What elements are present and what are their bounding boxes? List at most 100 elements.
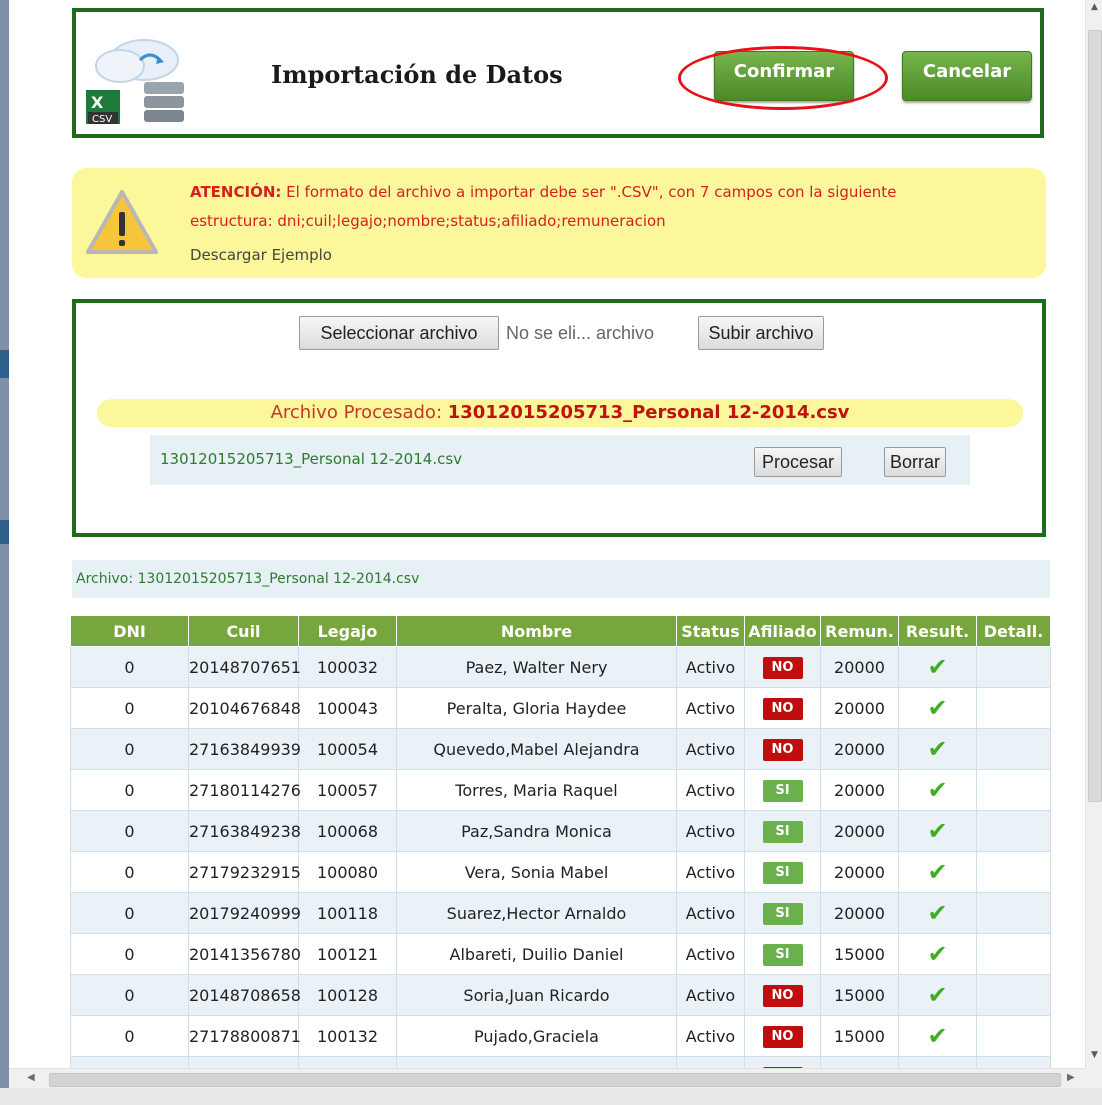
horizontal-scroll-thumb[interactable] — [49, 1073, 1061, 1087]
scroll-up-icon[interactable]: ▲ — [1086, 2, 1102, 12]
table-row[interactable]: 0 20104676848 100043 Peralta, Gloria Haydee… — [70, 687, 1051, 729]
cell-cuil: 27180114276 — [188, 769, 301, 811]
cell-nombre: Pereyra, Norma Alicia — [396, 1056, 677, 1068]
check-icon: ✔ — [927, 735, 948, 763]
cell-remun: 20000 — [820, 687, 899, 729]
table-header-row: DNI Cuil Legajo Nombre Status Afiliado R… — [70, 615, 1051, 647]
table-row[interactable]: 0 20179240999 100118 Suarez,Hector Arnaldo A… — [70, 892, 1051, 934]
table-row[interactable]: 0 27179232915 100080 Vera, Sonia Mabel Activ… — [70, 851, 1051, 893]
cell-legajo: 100128 — [298, 974, 397, 1016]
table-row[interactable]: 0 27180114276 100057 Torres, Maria Raquel Ac… — [70, 769, 1051, 811]
cell-cuil: 27173435803 — [188, 1056, 301, 1068]
cell-afiliado: SI — [744, 892, 821, 934]
cell-remun: 20000 — [820, 769, 899, 811]
table-row[interactable]: 0 20141356780 100121 Albareti, Duilio Danie… — [70, 933, 1051, 975]
header-result[interactable]: Result. — [898, 615, 977, 647]
cell-legajo: 100132 — [298, 1015, 397, 1057]
cell-dni: 0 — [70, 1015, 189, 1057]
cell-remun: 15000 — [820, 933, 899, 975]
check-icon: ✔ — [927, 694, 948, 722]
cell-remun: 15000 — [820, 974, 899, 1016]
upload-file-button[interactable]: Subir archivo — [698, 316, 824, 350]
table-body: 0 20148707651 100032 Paez, Walter Nery Activ… — [70, 646, 1051, 1068]
select-file-button[interactable]: Seleccionar archivo — [299, 316, 499, 350]
scroll-down-icon[interactable]: ▼ — [1086, 1050, 1102, 1060]
cell-remun: 20000 — [820, 892, 899, 934]
header-remun[interactable]: Remun. — [820, 615, 899, 647]
cell-dni: 0 — [70, 728, 189, 770]
cell-detail[interactable] — [976, 933, 1051, 975]
cell-nombre: Soria,Juan Ricardo — [396, 974, 677, 1016]
vertical-scrollbar[interactable]: ▲ ▼ — [1085, 0, 1102, 1068]
processed-file-banner: Archivo Procesado: 13012015205713_Person… — [97, 399, 1023, 427]
processed-prefix: Archivo Procesado: — [270, 402, 443, 423]
cell-afiliado: SI — [744, 933, 821, 975]
header-status[interactable]: Status — [676, 615, 745, 647]
cell-result: ✔ — [898, 810, 977, 852]
cell-dni: 0 — [70, 646, 189, 688]
cell-remun: 20000 — [820, 646, 899, 688]
cell-result: ✔ — [898, 769, 977, 811]
header-panel: X CSV Importación de Datos Confirmar Can… — [72, 8, 1044, 138]
cell-detail[interactable] — [976, 974, 1051, 1016]
download-example-link[interactable]: Descargar Ejemplo — [190, 246, 332, 264]
cell-result: ✔ — [898, 851, 977, 893]
cell-detail[interactable] — [976, 646, 1051, 688]
table-row[interactable]: 0 27163849939 100054 Quevedo,Mabel Alejandr… — [70, 728, 1051, 770]
afiliado-badge: NO — [762, 984, 803, 1007]
cell-remun: 20000 — [820, 851, 899, 893]
afiliado-badge: NO — [762, 738, 803, 761]
cell-cuil: 20104676848 — [188, 687, 301, 729]
scroll-right-icon[interactable]: ▶ — [1067, 1072, 1075, 1083]
cell-afiliado: SI — [744, 769, 821, 811]
cell-legajo: 100068 — [298, 810, 397, 852]
table-row[interactable]: 0 20148707651 100032 Paez, Walter Nery Activ… — [70, 646, 1051, 688]
afiliado-badge: SI — [762, 779, 803, 802]
cell-detail[interactable] — [976, 810, 1051, 852]
header-nombre[interactable]: Nombre — [396, 615, 677, 647]
cell-detail[interactable] — [976, 1056, 1051, 1068]
cell-legajo: 100118 — [298, 892, 397, 934]
scroll-left-icon[interactable]: ◀ — [27, 1072, 35, 1083]
warning-line1: El formato del archivo a importar debe s… — [281, 183, 897, 201]
warning-box: ATENCIÓN: El formato del archivo a impor… — [72, 168, 1046, 278]
process-button[interactable]: Procesar — [754, 447, 842, 477]
cell-detail[interactable] — [976, 851, 1051, 893]
cell-detail[interactable] — [976, 728, 1051, 770]
cell-cuil: 27178800871 — [188, 1015, 301, 1057]
cell-afiliado: NO — [744, 687, 821, 729]
delete-button[interactable]: Borrar — [884, 447, 946, 477]
header-dni[interactable]: DNI — [70, 615, 189, 647]
header-afiliado[interactable]: Afiliado — [744, 615, 821, 647]
vertical-scroll-thumb[interactable] — [1088, 30, 1102, 802]
upload-panel: Seleccionar archivo No se eli... archivo… — [72, 299, 1046, 537]
afiliado-badge: SI — [762, 943, 803, 966]
cell-status: Activo — [676, 933, 745, 975]
table-row[interactable]: 0 20148708658 100128 Soria,Juan Ricardo Acti… — [70, 974, 1051, 1016]
uploaded-file-name: 13012015205713_Personal 12-2014.csv — [160, 450, 463, 468]
header-legajo[interactable]: Legajo — [298, 615, 397, 647]
cancel-button[interactable]: Cancelar — [902, 51, 1032, 101]
cell-detail[interactable] — [976, 1015, 1051, 1057]
warning-icon — [86, 190, 158, 254]
warning-line2: estructura: dni;cuil;legajo;nombre;statu… — [190, 212, 666, 230]
check-icon: ✔ — [927, 653, 948, 681]
cell-detail[interactable] — [976, 769, 1051, 811]
horizontal-scrollbar[interactable]: ◀ ▶ — [9, 1068, 1085, 1089]
table-row[interactable]: 027173435803100133Pereyra, Norma AliciaA… — [70, 1056, 1051, 1068]
table-row[interactable]: 0 27163849238 100068 Paz,Sandra Monica Activ… — [70, 810, 1051, 852]
header-cuil[interactable]: Cuil — [188, 615, 299, 647]
cell-status: Activo — [676, 769, 745, 811]
cell-detail[interactable] — [976, 892, 1051, 934]
cell-afiliado: SI — [744, 810, 821, 852]
table-row[interactable]: 0 27178800871 100132 Pujado,Graciela Activo N… — [70, 1015, 1051, 1057]
afiliado-badge: SI — [762, 861, 803, 884]
header-detail[interactable]: Detall. — [976, 615, 1051, 647]
cell-dni: 0 — [70, 1056, 189, 1068]
cell-afiliado: SI — [744, 851, 821, 893]
cell-dni: 0 — [70, 974, 189, 1016]
highlight-ellipse — [678, 46, 888, 110]
check-icon: ✔ — [927, 776, 948, 804]
cell-detail[interactable] — [976, 687, 1051, 729]
cell-nombre: Vera, Sonia Mabel — [396, 851, 677, 893]
